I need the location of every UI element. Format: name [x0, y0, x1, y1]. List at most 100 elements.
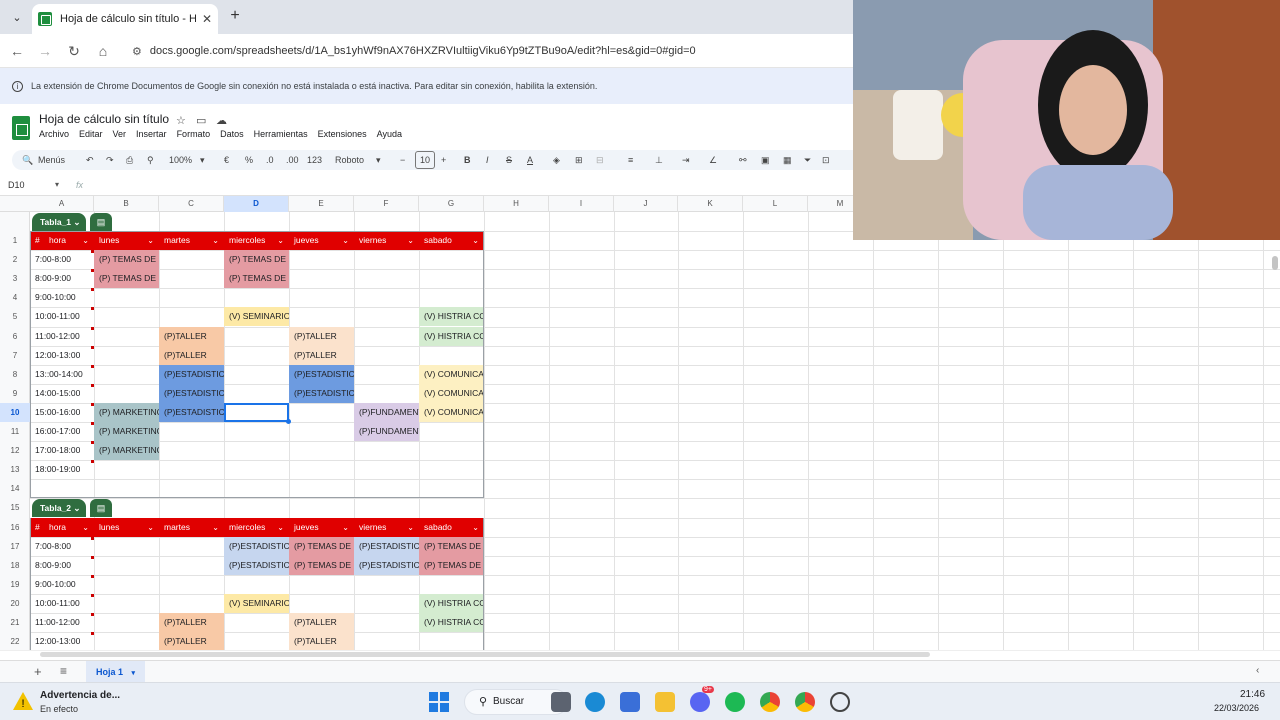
row-header-4[interactable]: 4 — [0, 288, 30, 307]
add-sheet-button[interactable]: + — [34, 664, 42, 679]
back-arrow-icon[interactable]: ← — [8, 42, 26, 60]
cell-hora[interactable]: 18:00-19:00 — [30, 460, 159, 479]
table-header-miercoles[interactable]: miercoles ⌄ — [224, 518, 289, 537]
text-color-icon[interactable]: A — [527, 150, 533, 170]
row-header-3[interactable]: 3 — [0, 269, 30, 288]
menu-item[interactable]: Herramientas — [254, 129, 308, 139]
all-sheets-button[interactable]: ≡ — [60, 664, 67, 678]
column-header-l[interactable]: L — [743, 196, 808, 212]
table-view-icon[interactable]: ▤ — [90, 212, 112, 231]
notification-title[interactable]: Advertencia de... — [40, 690, 120, 701]
table-header-number[interactable]: # — [30, 231, 44, 250]
bold-icon[interactable]: B — [464, 150, 471, 170]
column-header-h[interactable]: H — [484, 196, 549, 212]
row-header-12[interactable]: 12 — [0, 441, 30, 460]
cell-hora[interactable]: 10:00-11:00 — [30, 307, 159, 326]
print-icon[interactable]: ⎙ — [126, 150, 133, 170]
table-header-viernes[interactable]: viernes ⌄ — [354, 231, 419, 250]
column-header-d[interactable]: D — [224, 196, 289, 212]
document-title[interactable]: Hoja de cálculo sin título — [39, 112, 169, 126]
redo-icon[interactable]: ↷ — [106, 150, 114, 170]
cell-hora[interactable]: 8:00-9:00 — [30, 556, 159, 575]
table-view-icon[interactable]: ▤ — [90, 499, 112, 518]
column-filter-chevron-icon[interactable]: ⌄ — [82, 231, 89, 250]
column-header-j[interactable]: J — [614, 196, 678, 212]
cell-b10[interactable]: (P) MARKETINC — [94, 402, 159, 422]
zoom-select[interactable]: 100% — [169, 150, 192, 170]
borders-icon[interactable]: ⊞ — [575, 150, 583, 170]
font-size-minus-icon[interactable]: − — [400, 150, 405, 170]
browser-tab[interactable]: Hoja de cálculo sin título - Hoja ✕ — [32, 4, 218, 34]
menu-item[interactable]: Ayuda — [377, 129, 402, 139]
forward-arrow-icon[interactable]: → — [36, 42, 54, 60]
row-header-15[interactable]: 15 — [0, 498, 30, 517]
row-header-20[interactable]: 20 — [0, 594, 30, 613]
cell-f18[interactable]: (P)ESTADISTICA — [354, 555, 419, 575]
warning-icon[interactable]: ! — [12, 690, 34, 712]
increase-decimal-button[interactable]: .00 — [286, 150, 299, 170]
reload-icon[interactable]: ↻ — [65, 42, 83, 60]
close-tab-icon[interactable]: ✕ — [202, 12, 212, 26]
cell-hora[interactable]: 9:00-10:00 — [30, 288, 159, 307]
cell-e8[interactable]: (P)ESTADISTIC/ — [289, 364, 354, 384]
sheets-logo-icon[interactable] — [12, 116, 30, 140]
currency-format-button[interactable]: € — [224, 150, 229, 170]
column-filter-chevron-icon[interactable]: ⌄ — [277, 518, 284, 537]
cell-d2[interactable]: (P) TEMAS DE H — [224, 250, 289, 270]
column-header-i[interactable]: I — [549, 196, 614, 212]
font-select[interactable]: Roboto — [335, 150, 364, 170]
merge-cells-icon[interactable]: ⊟ — [596, 150, 604, 170]
cell-g17[interactable]: (P) TEMAS DE I — [419, 536, 484, 556]
table-header-hora[interactable]: hora ⌄ — [44, 231, 94, 250]
column-filter-chevron-icon[interactable]: ⌄ — [147, 231, 154, 250]
table-name-chip[interactable]: Tabla_2 ⌄ — [32, 499, 86, 518]
cell-e9[interactable]: (P)ESTADISTIC/ — [289, 383, 354, 403]
row-header-8[interactable]: 8 — [0, 365, 30, 384]
horizontal-scrollbar[interactable] — [0, 650, 1280, 660]
column-header-b[interactable]: B — [94, 196, 159, 212]
cell-g18[interactable]: (P) TEMAS DE I — [419, 555, 484, 575]
cell-d17[interactable]: (P)ESTADISTICA — [224, 536, 289, 556]
font-size-input[interactable]: 10 — [415, 151, 435, 169]
cell-d18[interactable]: (P)ESTADISTICA — [224, 555, 289, 575]
filter-icon[interactable]: ⏷ — [804, 150, 811, 170]
cell-e6[interactable]: (P)TALLER — [289, 326, 354, 346]
cell-g6[interactable]: (V) HISTRIA CO — [419, 326, 484, 346]
table-name-chip[interactable]: Tabla_1 ⌄ — [32, 212, 86, 231]
cell-e17[interactable]: (P) TEMAS DE I — [289, 536, 354, 556]
cell-f11[interactable]: (P)FUNDAMENT — [354, 422, 419, 442]
fill-color-icon[interactable]: ◈ — [553, 150, 560, 170]
cell-g20[interactable]: (V) HISTRIA CO — [419, 593, 484, 613]
menu-item[interactable]: Insertar — [136, 129, 167, 139]
cell-g10[interactable]: (V) COMUNICAC — [419, 402, 484, 422]
italic-icon[interactable]: I — [486, 150, 489, 170]
table-header-martes[interactable]: martes ⌄ — [159, 231, 224, 250]
column-header-k[interactable]: K — [678, 196, 743, 212]
table-header-number[interactable]: # — [30, 518, 44, 537]
decrease-decimal-button[interactable]: .0 — [266, 150, 274, 170]
column-filter-chevron-icon[interactable]: ⌄ — [472, 231, 479, 250]
chrome-icon[interactable] — [760, 692, 780, 712]
spotify-icon[interactable] — [725, 692, 745, 712]
cell-c10[interactable]: (P)ESTADISTIC/ — [159, 402, 224, 422]
row-header-2[interactable]: 2 — [0, 250, 30, 269]
tab-search-chevron-icon[interactable]: ⌄ — [8, 8, 26, 26]
cell-hora[interactable]: 13::00-14:00 — [30, 365, 159, 384]
windows-start-icon[interactable] — [429, 692, 449, 712]
cell-e7[interactable]: (P)TALLER — [289, 345, 354, 365]
table-header-lunes[interactable]: lunes ⌄ — [94, 518, 159, 537]
row-header-10[interactable]: 10 — [0, 402, 30, 422]
edge-icon[interactable] — [585, 692, 605, 712]
menu-item[interactable]: Extensiones — [318, 129, 367, 139]
strikethrough-icon[interactable]: S — [506, 150, 512, 170]
store-icon[interactable] — [620, 692, 640, 712]
column-filter-chevron-icon[interactable]: ⌄ — [472, 518, 479, 537]
cell-hora[interactable]: 12:00-13:00 — [30, 632, 159, 650]
cell-c7[interactable]: (P)TALLER — [159, 345, 224, 365]
chrome-profile-icon[interactable] — [795, 692, 815, 712]
move-folder-icon[interactable]: ▭ — [196, 114, 206, 127]
name-box-chevron-icon[interactable]: ▾ — [55, 180, 59, 189]
table-header-sabado[interactable]: sabado ⌄ — [419, 518, 484, 537]
column-filter-chevron-icon[interactable]: ⌄ — [407, 518, 414, 537]
row-header-21[interactable]: 21 — [0, 613, 30, 632]
